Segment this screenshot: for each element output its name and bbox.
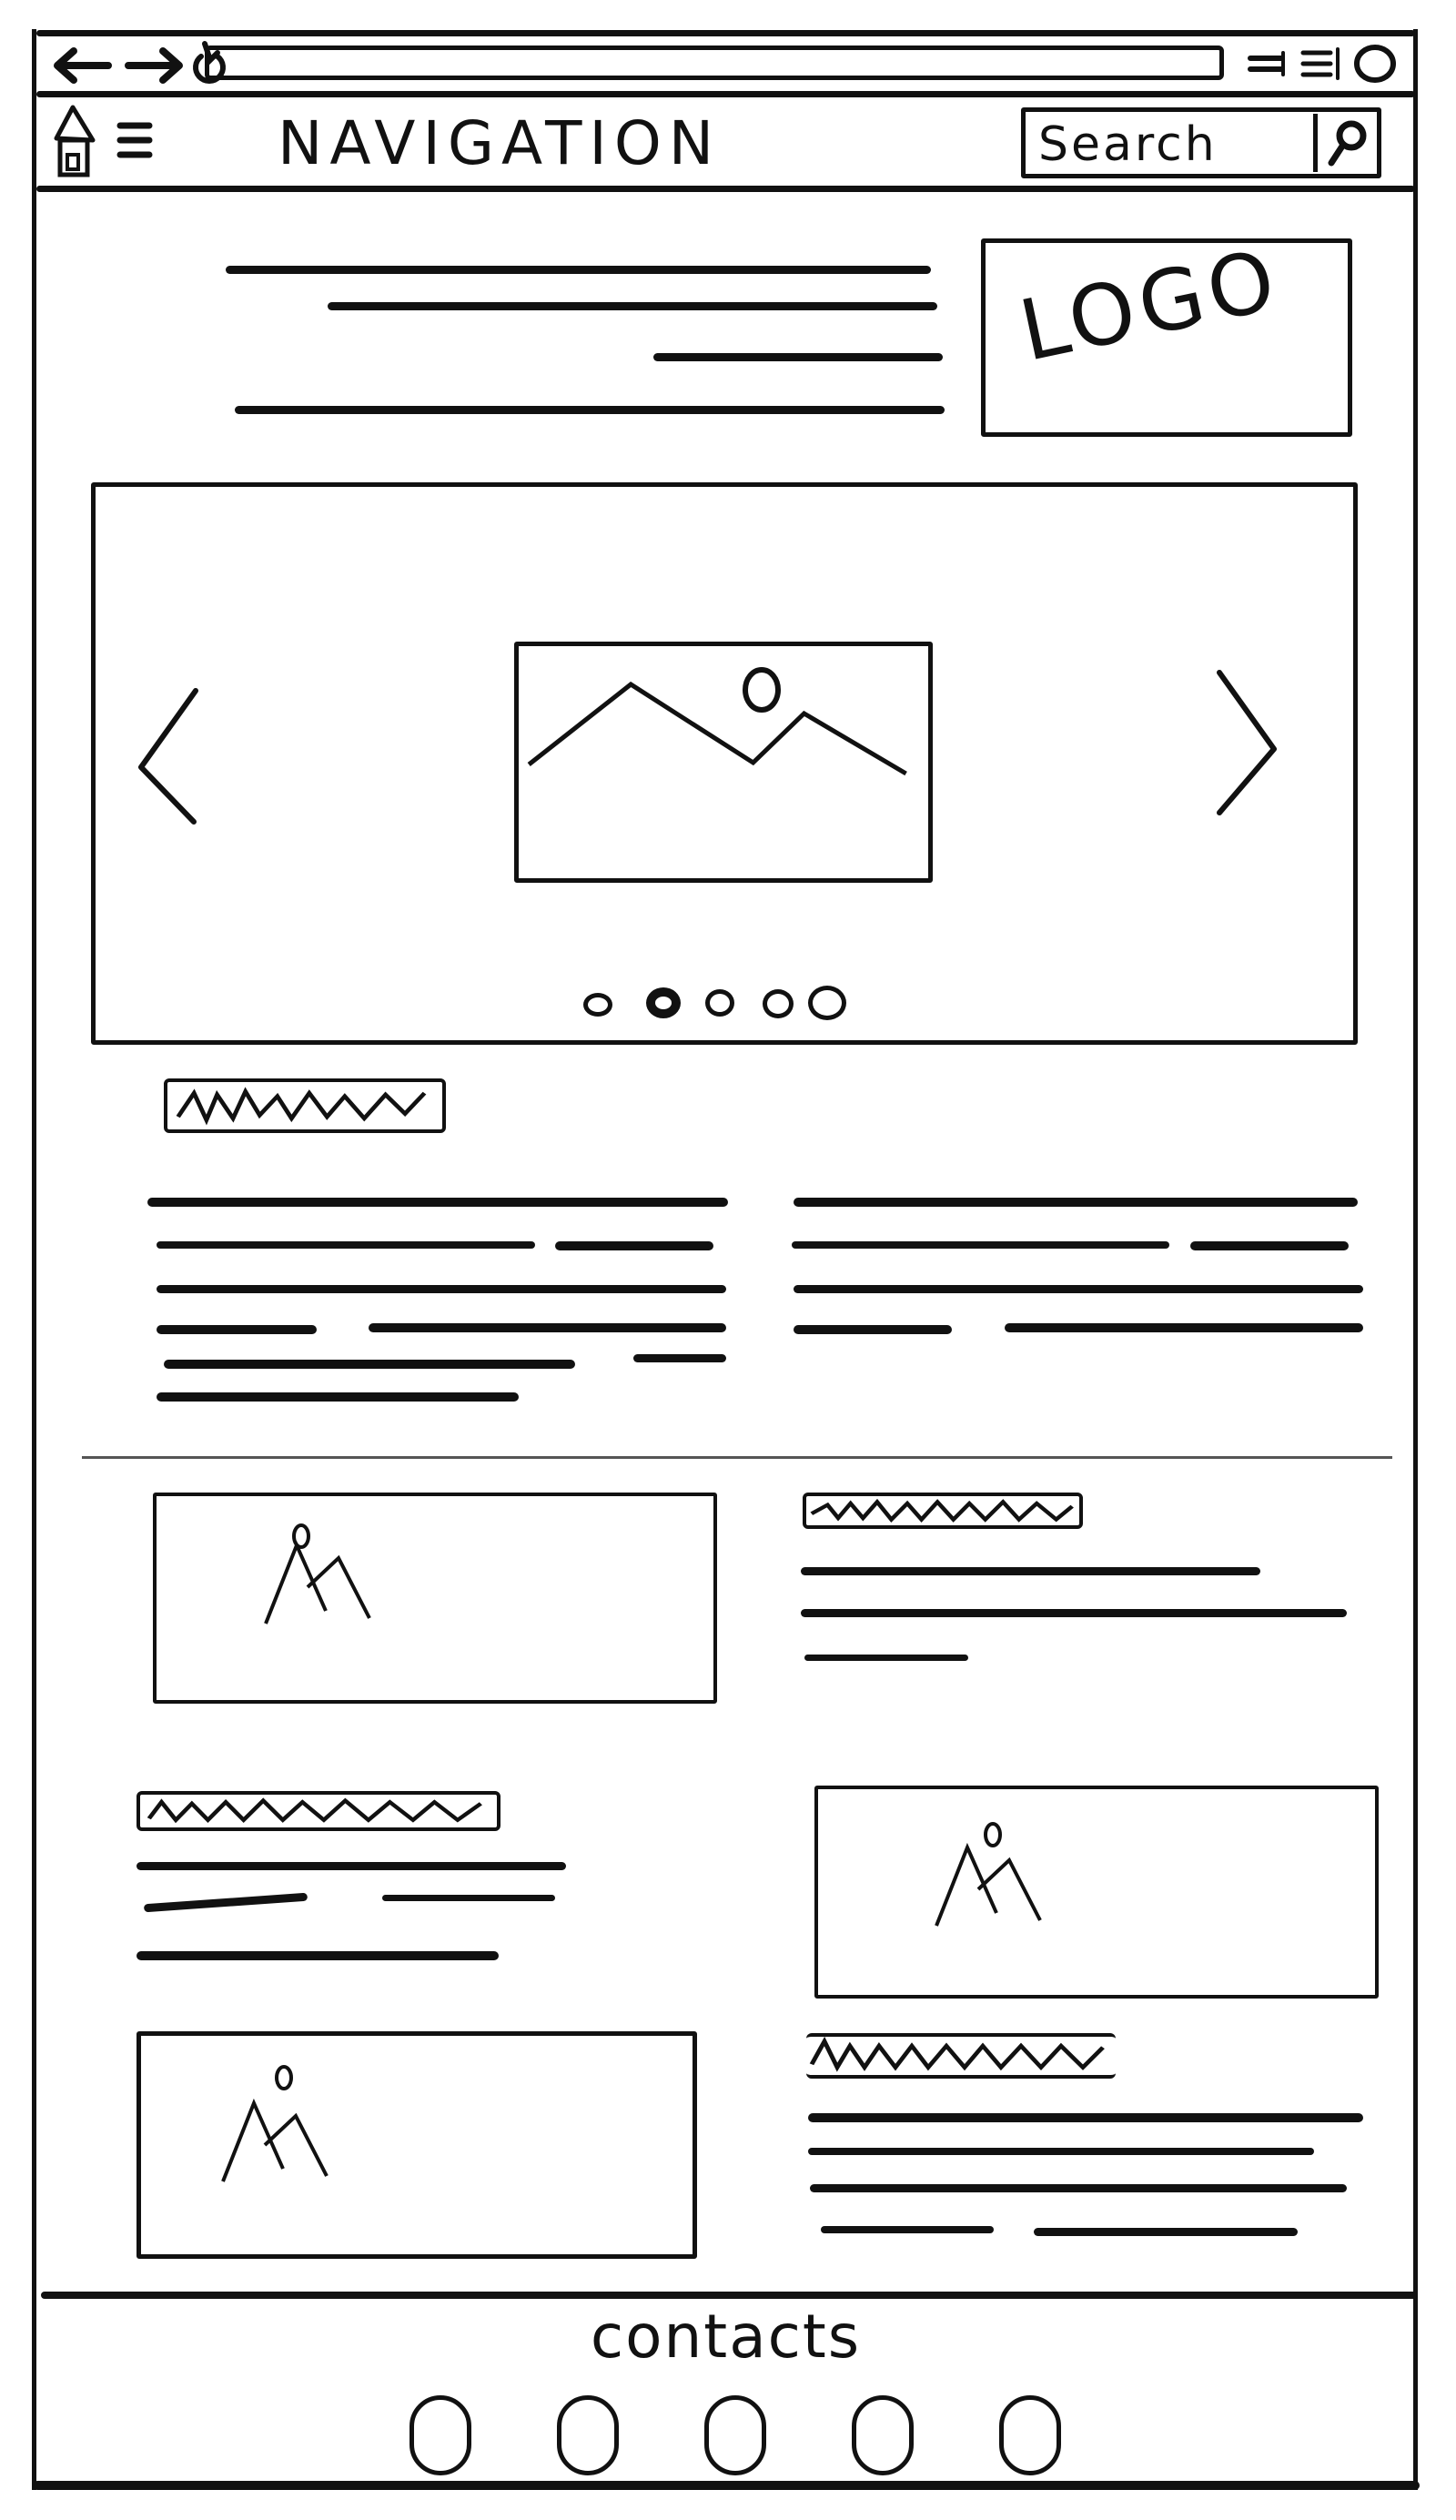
logo-box[interactable]: LOGO — [981, 230, 1352, 437]
text-line — [801, 1567, 1260, 1575]
feature-2-heading — [136, 1791, 500, 1831]
hero-text-line-4 — [235, 406, 945, 414]
text-line — [808, 2113, 1363, 2122]
scribble-heading-icon — [147, 1797, 482, 1824]
arrow-right-icon[interactable] — [123, 46, 187, 86]
text-line — [804, 1655, 968, 1661]
text-line — [382, 1895, 555, 1901]
close-icon[interactable] — [1351, 42, 1399, 86]
navigation-bar: NAVIGATION Search — [36, 96, 1415, 189]
carousel-dots — [96, 986, 1353, 1022]
feature-3-image[interactable] — [136, 2031, 697, 2259]
scribble-heading-icon — [810, 1498, 1074, 1523]
carousel — [91, 482, 1358, 1045]
feature-2-image[interactable] — [814, 1786, 1379, 1999]
contact-icon-5[interactable] — [999, 2395, 1061, 2475]
hero-text-line-1 — [226, 266, 931, 274]
text-line — [794, 1198, 1358, 1207]
address-bar[interactable] — [205, 46, 1224, 80]
text-line — [157, 1285, 726, 1293]
image-placeholder-icon — [935, 1822, 1042, 1927]
footer-divider — [41, 2292, 1417, 2299]
text-line — [633, 1354, 726, 1362]
magnifier-icon[interactable] — [1324, 117, 1370, 168]
image-placeholder-icon — [519, 667, 928, 878]
home-icon[interactable] — [53, 102, 96, 180]
search-box[interactable]: Search — [1021, 107, 1381, 178]
scribble-heading-icon — [176, 1087, 427, 1126]
image-placeholder-icon — [221, 2065, 329, 2182]
contact-icon-2[interactable] — [557, 2395, 619, 2475]
carousel-dot-4[interactable] — [763, 989, 794, 1018]
chevron-left-icon[interactable] — [132, 685, 205, 831]
text-line — [801, 1609, 1347, 1617]
text-line — [555, 1241, 713, 1250]
text-line — [369, 1323, 726, 1332]
footer-title: contacts — [590, 2302, 862, 2372]
scribble-heading-icon — [809, 2037, 1105, 2072]
feature-1-image[interactable] — [153, 1493, 717, 1704]
carousel-dot-3[interactable] — [705, 989, 734, 1017]
text-line — [157, 1392, 519, 1402]
contact-icon-4[interactable] — [852, 2395, 914, 2475]
window-top-border — [36, 30, 1415, 36]
feature-3-heading — [806, 2033, 1116, 2079]
carousel-dot-1[interactable] — [583, 993, 612, 1017]
text-line — [794, 1285, 1363, 1293]
text-line — [147, 1198, 728, 1207]
carousel-dot-2-active[interactable] — [646, 987, 681, 1018]
text-line — [808, 2148, 1314, 2155]
search-input[interactable]: Search — [1038, 116, 1218, 174]
window-bottom-border — [33, 2481, 1420, 2490]
text-line — [1190, 1241, 1349, 1250]
contact-icon-1[interactable] — [410, 2395, 471, 2475]
text-line — [1005, 1323, 1363, 1332]
search-divider — [1313, 114, 1318, 172]
section-divider — [82, 1456, 1392, 1459]
chevron-right-icon[interactable] — [1210, 667, 1283, 822]
text-line — [157, 1325, 317, 1334]
contact-icon-3[interactable] — [704, 2395, 766, 2475]
carousel-dot-5[interactable] — [808, 986, 846, 1020]
browser-toolbar — [36, 36, 1415, 93]
page-title: NAVIGATION — [278, 108, 722, 178]
hero-text-line-3 — [653, 353, 943, 361]
text-line — [1034, 2228, 1298, 2236]
text-line — [136, 1862, 566, 1870]
hero-text-line-2 — [328, 302, 937, 310]
text-line — [157, 1241, 535, 1249]
text-line — [164, 1360, 575, 1369]
logo-text: LOGO — [1011, 230, 1289, 380]
carousel-slide-image[interactable] — [514, 642, 933, 883]
footer: contacts — [36, 2299, 1415, 2490]
text-line — [810, 2184, 1347, 2192]
arrow-left-icon[interactable] — [50, 46, 114, 86]
minimize-icon[interactable] — [1247, 47, 1287, 80]
text-line — [794, 1325, 952, 1334]
text-line — [792, 1241, 1169, 1249]
text-line — [821, 2226, 994, 2233]
hamburger-menu-icon[interactable] — [116, 120, 155, 160]
text-line — [136, 1951, 499, 1960]
feature-1-heading — [803, 1493, 1083, 1529]
image-placeholder-icon — [264, 1523, 371, 1624]
intro-heading — [164, 1078, 446, 1133]
maximize-icon[interactable] — [1299, 46, 1345, 82]
